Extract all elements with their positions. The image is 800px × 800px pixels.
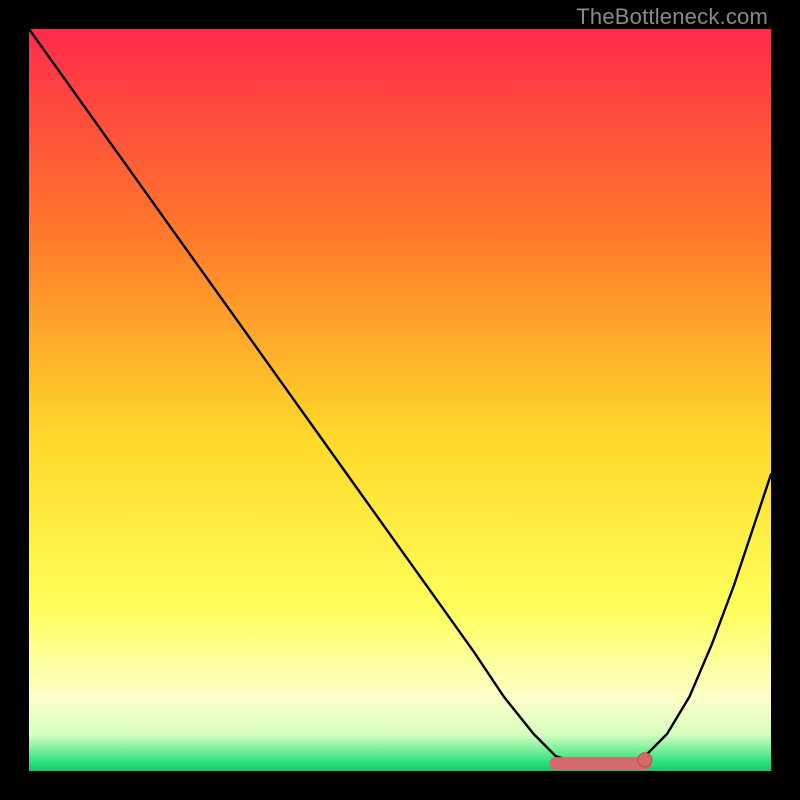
plot-area — [29, 29, 771, 771]
chart-frame: TheBottleneck.com — [0, 0, 800, 800]
bottleneck-curve — [29, 29, 771, 764]
watermark-text: TheBottleneck.com — [576, 4, 768, 30]
end-marker-dot — [638, 753, 652, 767]
curve-layer — [29, 29, 771, 771]
